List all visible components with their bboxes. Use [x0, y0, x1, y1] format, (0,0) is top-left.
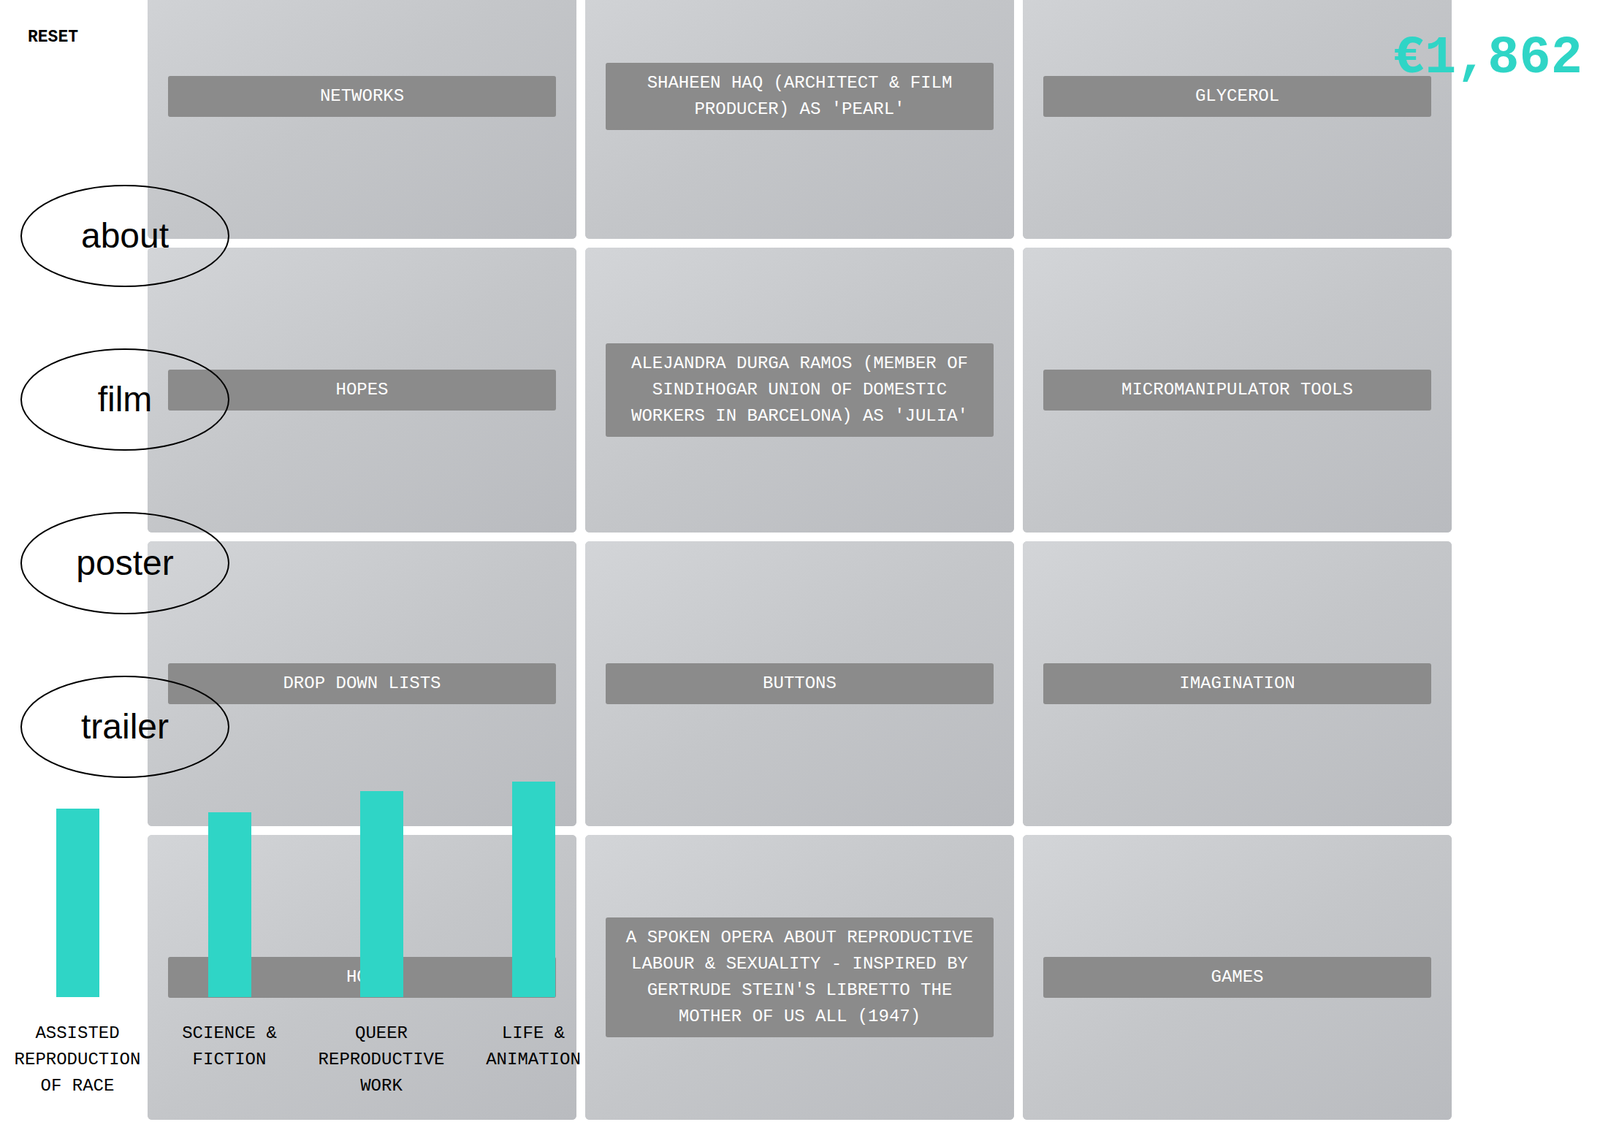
- tile[interactable]: GLYCEROL: [1022, 0, 1452, 239]
- chart-column[interactable]: QUEER REPRODUCTIVE WORK: [305, 767, 458, 1100]
- chart-bar: [208, 812, 252, 998]
- tile[interactable]: A SPOKEN OPERA ABOUT REPRODUCTIVE LABOUR…: [585, 835, 1015, 1120]
- tile-label: BUTTONS: [605, 663, 994, 705]
- tile[interactable]: GAMES: [1022, 835, 1452, 1120]
- nav-oval-button[interactable]: film: [20, 348, 230, 451]
- bar-track: [512, 767, 556, 998]
- bar-label: ASSISTED REPRODUCTION OF RACE: [4, 1020, 151, 1100]
- chart-column[interactable]: ASSISTED REPRODUCTION OF RACE: [1, 767, 154, 1100]
- bar-label: LIFE & ANIMATION: [460, 1020, 607, 1074]
- chart-column[interactable]: LIFE & ANIMATION: [457, 767, 610, 1100]
- bar-track: [360, 767, 404, 998]
- tile-label: GLYCEROL: [1043, 75, 1432, 117]
- page: NETWORKS SHAHEEN HAQ (ARCHITECT & FILM PR…: [0, 0, 1600, 1122]
- bar-track: [56, 767, 100, 998]
- tile-photo: [1022, 0, 1452, 239]
- tile-label: DROP DOWN LISTS: [168, 663, 556, 705]
- tile-photo: [147, 0, 577, 239]
- bar-label: SCIENCE & FICTION: [156, 1020, 303, 1074]
- price: €1,862: [1393, 32, 1583, 85]
- chart-column[interactable]: SCIENCE & FICTION: [153, 767, 306, 1100]
- tile[interactable]: HOPES: [147, 247, 577, 533]
- reset-button[interactable]: RESET: [27, 29, 79, 47]
- tile-label: SHAHEEN HAQ (ARCHITECT & FILM PRODUCER) …: [605, 62, 994, 131]
- nav-oval-button[interactable]: poster: [20, 512, 230, 615]
- chart-bar: [56, 808, 100, 998]
- tile[interactable]: BUTTONS: [585, 541, 1015, 827]
- chart-bar: [512, 781, 556, 998]
- bar-label: QUEER REPRODUCTIVE WORK: [308, 1020, 455, 1100]
- tile[interactable]: NETWORKS: [147, 0, 577, 239]
- nav-oval-button[interactable]: about: [20, 184, 230, 288]
- tile[interactable]: ALEJANDRA DURGA RAMOS (MEMBER OF SINDIHO…: [585, 247, 1015, 533]
- tile[interactable]: MICROMANIPULATOR TOOLS: [1022, 247, 1452, 533]
- chart-bar: [360, 791, 404, 998]
- bar-chart: ASSISTED REPRODUCTION OF RACESCIENCE & F…: [1, 767, 610, 1100]
- tile-label: GAMES: [1043, 957, 1432, 998]
- tile-label: HOPES: [168, 369, 556, 411]
- nav-menu: about film poster trailer: [20, 184, 230, 779]
- tile-label: IMAGINATION: [1043, 663, 1432, 705]
- tile[interactable]: SHAHEEN HAQ (ARCHITECT & FILM PRODUCER) …: [585, 0, 1015, 239]
- tile[interactable]: IMAGINATION: [1022, 541, 1452, 827]
- bar-track: [208, 767, 252, 998]
- tile-label: A SPOKEN OPERA ABOUT REPRODUCTIVE LABOUR…: [605, 917, 994, 1038]
- nav-oval-button[interactable]: trailer: [20, 675, 230, 779]
- tile-label: MICROMANIPULATOR TOOLS: [1043, 369, 1432, 411]
- tile-label: NETWORKS: [168, 75, 556, 117]
- tile-label: ALEJANDRA DURGA RAMOS (MEMBER OF SINDIHO…: [605, 343, 994, 437]
